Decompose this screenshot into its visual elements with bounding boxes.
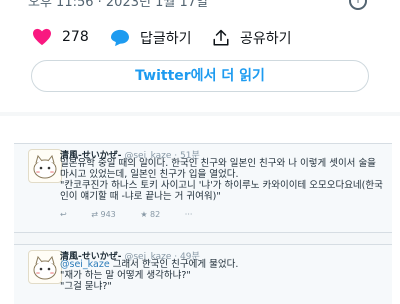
tweet-stats: ↩ ⇄ 943 ★ 82 ··· bbox=[60, 210, 214, 219]
avatar bbox=[28, 250, 62, 284]
retweet-icon: ⇄ 943 bbox=[91, 210, 116, 219]
more-icon: ··· bbox=[184, 210, 193, 219]
reply-icon bbox=[111, 29, 129, 47]
quoted-tweet: 清風-せいかぜ- @sei_kaze · 51분 일본유학 중일 때의 일이다.… bbox=[14, 144, 392, 233]
like-count: 278 bbox=[62, 29, 89, 45]
tweet-timestamp[interactable]: 오후 11:56 · 2023년 1월 17일 bbox=[28, 0, 208, 10]
tweet-line: 인이 얘기할 때 -냐로 끝나는 거 귀여워)" bbox=[60, 191, 221, 202]
tweet-line: @sei_kaze 그래서 한국인 친구에게 물었다. bbox=[60, 259, 385, 270]
share-icon bbox=[213, 29, 229, 46]
tweet-line: 일본유학 중일 때의 일이다. 한국인 친구와 일본인 친구와 나 이렇게 셋이… bbox=[60, 158, 376, 169]
action-bar: 278 답글하기 공유하기 bbox=[0, 28, 400, 52]
cat-avatar-icon bbox=[33, 154, 57, 179]
quoted-tweet: 清風-せいかぜ- @sei_kaze · 49분 @sei_kaze 그래서 한… bbox=[14, 244, 392, 304]
tweet-body: 일본유학 중일 때의 일이다. 한국인 친구와 일본인 친구와 나 이렇게 셋이… bbox=[60, 158, 385, 202]
read-more-on-twitter-button[interactable]: Twitter에서 더 읽기 bbox=[31, 60, 369, 92]
reply-icon: ↩ bbox=[60, 210, 67, 219]
share-button[interactable]: 공유하기 bbox=[212, 28, 292, 48]
star-icon: ★ 82 bbox=[140, 210, 161, 219]
info-icon[interactable]: i bbox=[349, 0, 367, 10]
tweet-line: "그걸 묻냐?" bbox=[60, 281, 112, 292]
tweet-line: "재가 하는 말 어떻게 생각하냐?" bbox=[60, 270, 191, 281]
tweet-body: @sei_kaze 그래서 한국인 친구에게 물었다. "재가 하는 말 어떻게… bbox=[60, 259, 385, 292]
tweet-line-text: 그래서 한국인 친구에게 물었다. bbox=[109, 259, 239, 270]
tweet-line: 마시고 있었는데, 일본인 친구가 입을 열었다. bbox=[60, 169, 239, 180]
tweet-embed-card: 오후 11:56 · 2023년 1월 17일 i 278 답글하기 공유하기 … bbox=[0, 0, 400, 112]
heart-icon bbox=[33, 28, 51, 46]
retweet-count: 943 bbox=[100, 210, 116, 219]
like-button[interactable]: 278 bbox=[32, 28, 89, 46]
reply-label: 답글하기 bbox=[140, 31, 192, 47]
tweet-screenshot-image: 清風-せいかぜ- @sei_kaze · 51분 일본유학 중일 때의 일이다.… bbox=[14, 143, 392, 304]
section-divider bbox=[0, 112, 400, 116]
favorite-count: 82 bbox=[150, 210, 161, 219]
tweet-line: "칸코쿠진가 하나스 토키 사이고니 '냐'가 하이루노 카와이이테 오모오다요… bbox=[60, 180, 383, 191]
avatar bbox=[28, 149, 62, 183]
mention-link[interactable]: @sei_kaze bbox=[60, 259, 110, 270]
cat-avatar-icon bbox=[33, 255, 57, 280]
share-label: 공유하기 bbox=[240, 31, 292, 47]
reply-button[interactable]: 답글하기 bbox=[110, 28, 192, 48]
